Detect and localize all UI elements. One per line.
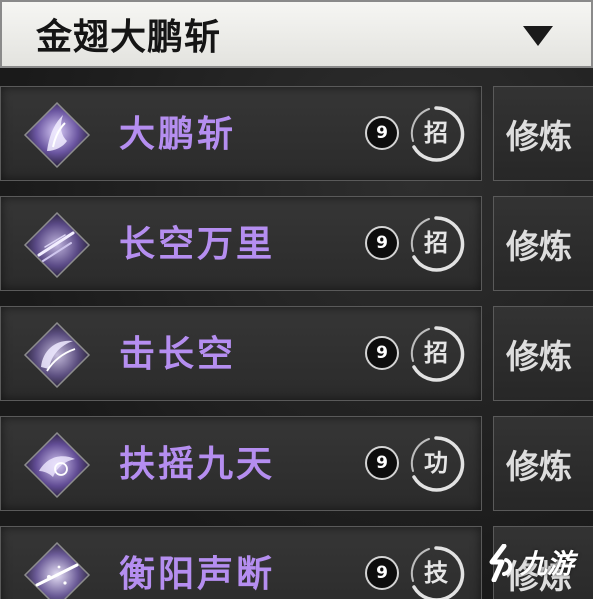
skill-row: 扶摇九天 9 功 修炼 (0, 416, 593, 511)
skill-row: 大鹏斩 9 招 修炼 (0, 86, 593, 181)
skill-panel[interactable]: 大鹏斩 9 招 (0, 86, 482, 181)
cultivate-label: 修炼 (506, 116, 572, 156)
cultivate-label: 修炼 (506, 446, 572, 486)
cultivate-button[interactable]: 修炼 (493, 86, 593, 181)
level-badge: 9 (365, 116, 399, 150)
type-seal: 招 (407, 105, 465, 163)
cultivate-label: 修炼 (506, 226, 572, 266)
skill-panel[interactable]: 击长空 9 招 (0, 306, 482, 401)
feather-flame-icon (23, 101, 91, 169)
skill-set-dropdown[interactable]: 金翅大鹏斩 (0, 0, 593, 68)
nine-game-logo (489, 544, 513, 582)
dropdown-title: 金翅大鹏斩 (36, 16, 222, 58)
cultivate-button[interactable]: 修炼 (493, 196, 593, 291)
triangle-down-icon[interactable] (523, 26, 553, 46)
skill-row: 击长空 9 招 修炼 (0, 306, 593, 401)
type-seal: 招 (407, 325, 465, 383)
skill-panel[interactable]: 长空万里 9 招 (0, 196, 482, 291)
watermark-text: 九游 (520, 549, 574, 580)
skill-row: 长空万里 9 招 修炼 (0, 196, 593, 291)
skill-name: 衡阳声断 (119, 553, 276, 595)
skill-panel[interactable]: 衡阳声断 9 技 (0, 526, 482, 599)
skill-name: 大鹏斩 (119, 113, 237, 155)
crescent-slash-icon (23, 321, 91, 389)
type-seal: 技 (407, 545, 465, 599)
cultivate-button[interactable]: 修炼 (493, 306, 593, 401)
watermark: 九游 (484, 540, 593, 586)
shatter-burst-icon (23, 541, 91, 599)
cultivate-label: 修炼 (506, 336, 572, 376)
skill-name: 扶摇九天 (119, 443, 276, 485)
level-badge: 9 (365, 556, 399, 590)
level-badge: 9 (365, 446, 399, 480)
level-badge: 9 (365, 336, 399, 370)
cultivate-button[interactable]: 修炼 (493, 416, 593, 511)
type-label: 招 (424, 228, 448, 257)
type-label: 技 (424, 558, 448, 587)
type-label: 招 (424, 338, 448, 367)
skill-name: 击长空 (119, 333, 237, 375)
type-seal: 功 (407, 435, 465, 493)
wind-slash-icon (23, 211, 91, 279)
level-badge: 9 (365, 226, 399, 260)
type-seal: 招 (407, 215, 465, 273)
type-label: 功 (424, 448, 448, 477)
vortex-wing-icon (23, 431, 91, 499)
type-label: 招 (424, 118, 448, 147)
skill-panel[interactable]: 扶摇九天 9 功 (0, 416, 482, 511)
skill-name: 长空万里 (119, 223, 276, 265)
